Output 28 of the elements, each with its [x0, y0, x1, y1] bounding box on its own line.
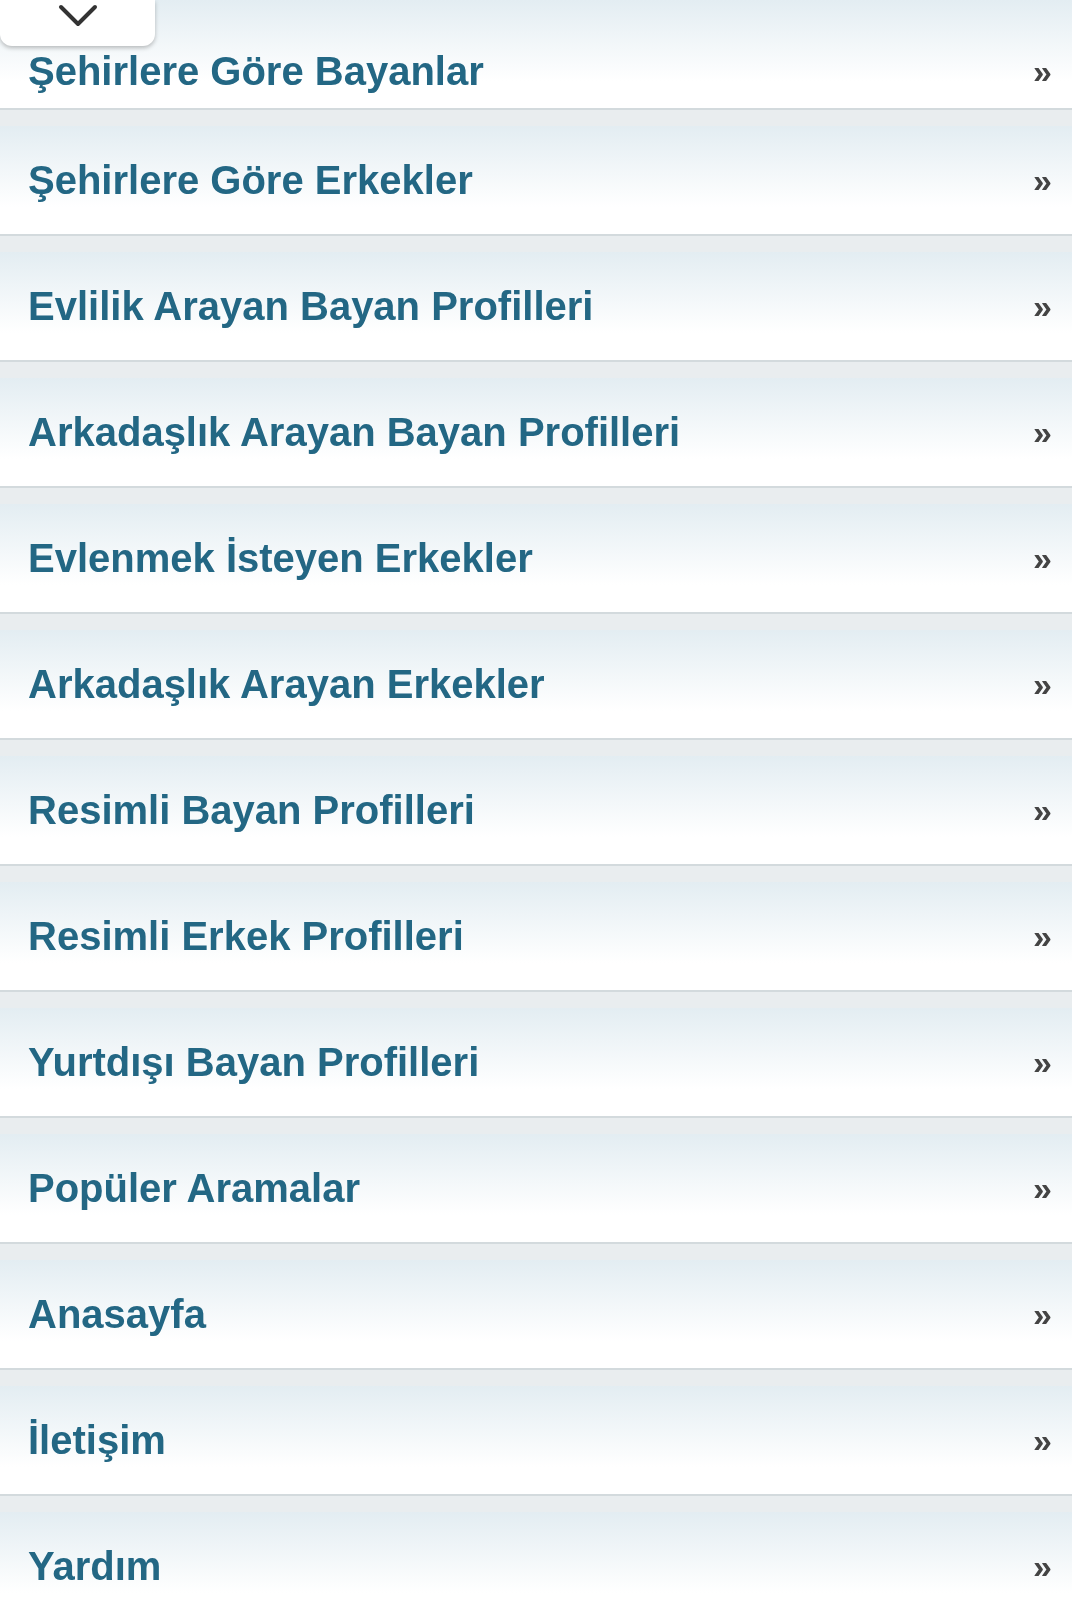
menu-item[interactable]: Resimli Bayan Profilleri » — [0, 756, 1072, 864]
double-chevron-icon: » — [1033, 916, 1052, 956]
double-chevron-icon: » — [1033, 160, 1052, 200]
double-chevron-icon: » — [1033, 1546, 1052, 1586]
chevron-down-icon — [57, 4, 98, 28]
collapse-tab[interactable] — [0, 0, 155, 46]
menu-item[interactable]: Popüler Aramalar » — [0, 1134, 1072, 1242]
double-chevron-icon: » — [1033, 1420, 1052, 1460]
menu-item[interactable]: Resimli Erkek Profilleri » — [0, 882, 1072, 990]
menu-item[interactable]: Evlenmek İsteyen Erkekler » — [0, 504, 1072, 612]
double-chevron-icon: » — [1033, 286, 1052, 326]
double-chevron-icon: » — [1033, 1168, 1052, 1208]
menu-item[interactable]: Şehirlere Göre Bayanlar » — [0, 0, 1072, 108]
menu-item[interactable]: İletişim » — [0, 1386, 1072, 1494]
double-chevron-icon: » — [1033, 1042, 1052, 1082]
double-chevron-icon: » — [1033, 664, 1052, 704]
double-chevron-icon: » — [1033, 790, 1052, 830]
menu-item[interactable]: Yurtdışı Bayan Profilleri » — [0, 1008, 1072, 1116]
menu-item[interactable]: Arkadaşlık Arayan Erkekler » — [0, 630, 1072, 738]
menu-item[interactable]: Şehirlere Göre Erkekler » — [0, 126, 1072, 234]
menu-item[interactable]: Yardım » — [0, 1512, 1072, 1619]
menu-item[interactable]: Anasayfa » — [0, 1260, 1072, 1368]
double-chevron-icon: » — [1033, 412, 1052, 452]
double-chevron-icon: » — [1033, 51, 1052, 91]
menu-item[interactable]: Arkadaşlık Arayan Bayan Profilleri » — [0, 378, 1072, 486]
menu-item[interactable]: Evlilik Arayan Bayan Profilleri » — [0, 252, 1072, 360]
double-chevron-icon: » — [1033, 1294, 1052, 1334]
double-chevron-icon: » — [1033, 538, 1052, 578]
